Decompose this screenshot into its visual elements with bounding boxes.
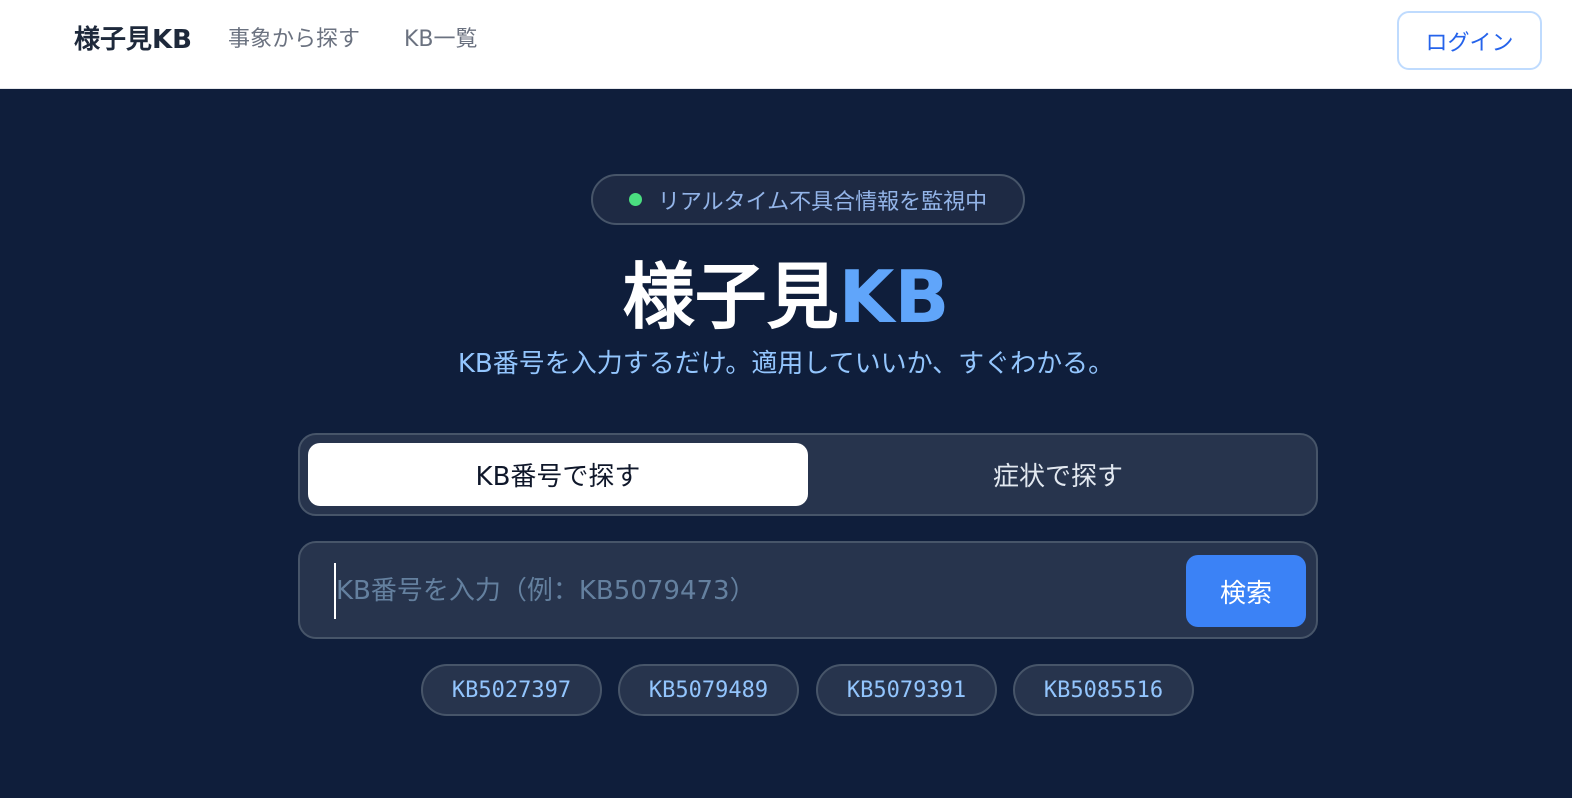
quick-link-kb[interactable]: KB5085516: [1013, 664, 1194, 716]
quick-link-kb[interactable]: KB5027397: [421, 664, 602, 716]
search-mode-tabs: KB番号で探す 症状で探す: [298, 433, 1318, 516]
status-dot-icon: [628, 193, 642, 206]
quick-link-kb[interactable]: KB5079489: [618, 664, 799, 716]
hero-section: リアルタイム不具合情報を監視中 様子見KB KB番号を入力するだけ。適用していい…: [0, 89, 1572, 798]
status-badge: リアルタイム不具合情報を監視中: [591, 174, 1025, 225]
page-title-main: 様子見: [622, 255, 839, 339]
page-title-accent: KB: [838, 255, 950, 339]
top-nav-bar: 様子見KB 事象から探す KB一覧 ログイン: [0, 0, 1572, 89]
quick-kb-links: KB5027397 KB5079489 KB5079391 KB5085516: [421, 664, 1201, 716]
brand-logo[interactable]: 様子見KB: [74, 22, 192, 58]
tab-search-by-symptom[interactable]: 症状で探す: [808, 443, 1308, 506]
nav-link-search-by-symptom[interactable]: 事象から探す: [228, 24, 360, 56]
quick-link-kb[interactable]: KB5079391: [816, 664, 997, 716]
page-subtitle: KB番号を入力するだけ。適用していいか、すぐわかる。: [457, 349, 1115, 379]
search-bar: 検索: [298, 541, 1318, 639]
nav-link-kb-list[interactable]: KB一覧: [404, 24, 478, 56]
tab-search-by-kb[interactable]: KB番号で探す: [308, 443, 808, 506]
status-text: リアルタイム不具合情報を監視中: [657, 189, 988, 215]
page-title: 様子見KB: [0, 249, 1572, 345]
kb-search-input[interactable]: [334, 563, 1174, 619]
search-button[interactable]: 検索: [1186, 555, 1306, 627]
login-button[interactable]: ログイン: [1397, 11, 1542, 70]
